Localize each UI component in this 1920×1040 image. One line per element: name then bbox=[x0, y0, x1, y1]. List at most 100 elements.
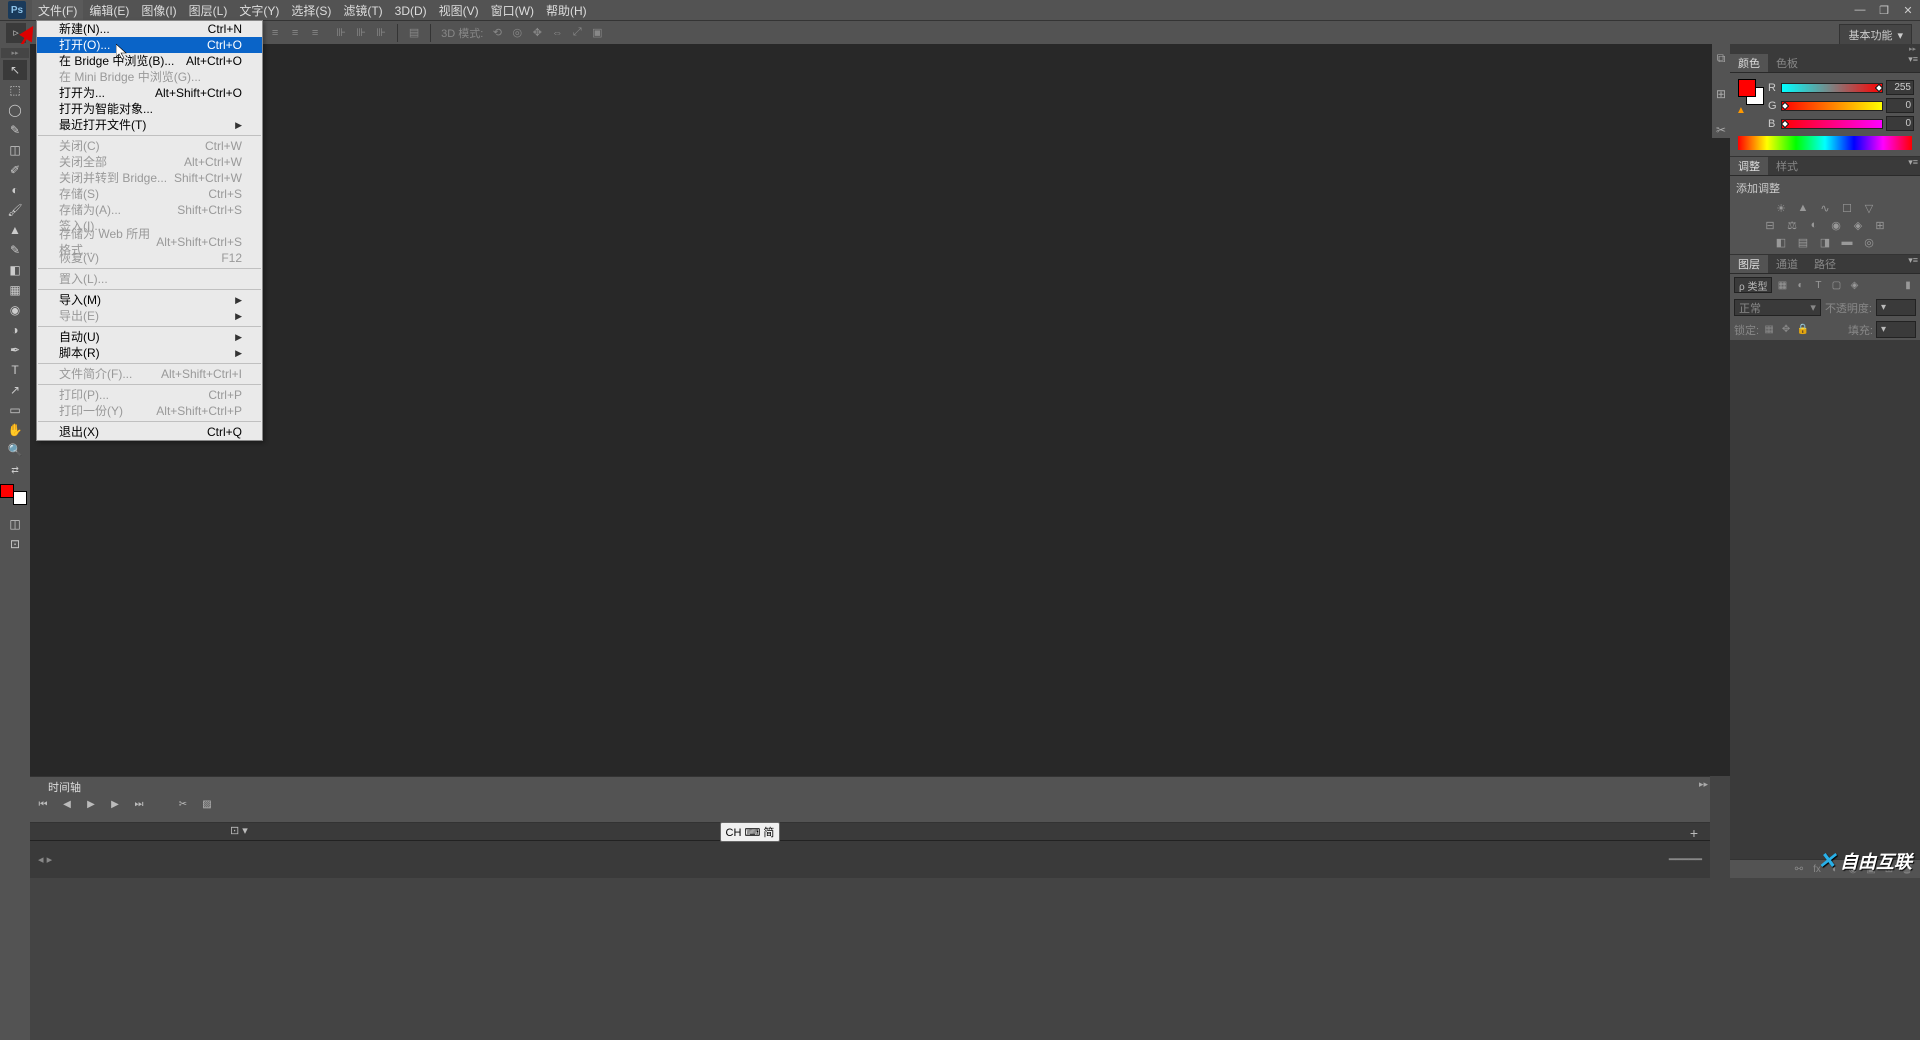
ime-indicator[interactable]: CH ⌨ 简 bbox=[720, 822, 780, 842]
dist-right-icon[interactable]: ⊪ bbox=[372, 24, 390, 42]
bg-color-swatch[interactable] bbox=[13, 491, 27, 505]
auto-align-icon[interactable]: ▤ bbox=[405, 24, 423, 42]
restore-button[interactable]: ❐ bbox=[1872, 1, 1896, 19]
3d-rotate-icon[interactable]: ⟲ bbox=[488, 24, 506, 42]
timeline-collapse-icon[interactable]: ▸▸ bbox=[1699, 779, 1708, 790]
r-slider[interactable] bbox=[1781, 83, 1883, 93]
3d-slide-icon[interactable]: ⇔ bbox=[548, 24, 566, 42]
color-lookup-icon[interactable]: ⊞ bbox=[1872, 218, 1888, 232]
marquee-tool[interactable]: ⬚ bbox=[3, 80, 27, 100]
vibrance-icon[interactable]: ▽ bbox=[1861, 201, 1877, 215]
quickmask-tool[interactable]: ◫ bbox=[3, 514, 27, 534]
lock-all-icon[interactable]: 🔒 bbox=[1796, 323, 1810, 337]
menu-image[interactable]: 图像(I) bbox=[135, 0, 182, 21]
toolbar-collapse-icon[interactable]: ▸▸ bbox=[1, 48, 29, 58]
layer-filter-dropdown[interactable]: ρ 类型 bbox=[1734, 277, 1772, 293]
3d-scale-icon[interactable]: ⤢ bbox=[568, 24, 586, 42]
tl-scissors-icon[interactable]: ✂ bbox=[176, 797, 190, 811]
type-tool[interactable]: T bbox=[3, 360, 27, 380]
clone-stamp-tool[interactable]: ▲ bbox=[3, 220, 27, 240]
channel-mixer-icon[interactable]: ◈ bbox=[1850, 218, 1866, 232]
menu-item[interactable]: 打开为...Alt+Shift+Ctrl+O bbox=[37, 85, 262, 101]
menu-item[interactable]: 最近打开文件(T)▶ bbox=[37, 117, 262, 133]
menu-filter[interactable]: 滤镜(T) bbox=[337, 0, 388, 21]
crop-tool[interactable]: ◫ bbox=[3, 140, 27, 160]
g-input[interactable] bbox=[1886, 98, 1914, 113]
filter-adjust-icon[interactable]: ◐ bbox=[1792, 277, 1808, 293]
fg-color-swatch[interactable] bbox=[1738, 79, 1756, 97]
dist-hcenter-icon[interactable]: ⊪ bbox=[352, 24, 370, 42]
tab-adjustments[interactable]: 调整 bbox=[1730, 157, 1768, 175]
bw-icon[interactable]: ◐ bbox=[1806, 218, 1822, 232]
current-tool-icon[interactable]: ▹ bbox=[6, 23, 26, 43]
tl-transition-icon[interactable]: ▨ bbox=[200, 797, 214, 811]
gradient-map-icon[interactable]: ▬ bbox=[1839, 235, 1855, 249]
zoom-tool[interactable]: 🔍 bbox=[3, 440, 27, 460]
blend-mode-dropdown[interactable]: 正常▾ bbox=[1734, 299, 1821, 316]
history-panel-icon[interactable]: ⧉ bbox=[1713, 50, 1729, 66]
selective-color-icon[interactable]: ◎ bbox=[1861, 235, 1877, 249]
minimize-button[interactable]: — bbox=[1848, 1, 1872, 19]
panel-menu-icon[interactable]: ▾≡ bbox=[1908, 157, 1918, 168]
photo-filter-icon[interactable]: ◉ bbox=[1828, 218, 1844, 232]
dist-top-icon[interactable]: ≡ bbox=[266, 24, 284, 42]
dist-vcenter-icon[interactable]: ≡ bbox=[286, 24, 304, 42]
hue-sat-icon[interactable]: ⊟ bbox=[1762, 218, 1778, 232]
menu-item[interactable]: 自动(U)▶ bbox=[37, 329, 262, 345]
menu-help[interactable]: 帮助(H) bbox=[540, 0, 593, 21]
g-slider[interactable] bbox=[1781, 101, 1883, 111]
menu-item[interactable]: 导入(M)▶ bbox=[37, 292, 262, 308]
shape-tool[interactable]: ▭ bbox=[3, 400, 27, 420]
menu-item[interactable]: 脚本(R)▶ bbox=[37, 345, 262, 361]
panel-collapse-icon[interactable]: ▸▸ bbox=[1730, 44, 1920, 54]
filter-pixel-icon[interactable]: ▦ bbox=[1774, 277, 1790, 293]
tab-styles[interactable]: 样式 bbox=[1768, 157, 1806, 175]
character-panel-icon[interactable]: ✂ bbox=[1713, 122, 1729, 138]
history-brush-tool[interactable]: ✎ bbox=[3, 240, 27, 260]
filter-type-icon[interactable]: T bbox=[1810, 277, 1826, 293]
menu-layer[interactable]: 图层(L) bbox=[183, 0, 234, 21]
tl-play-icon[interactable]: ▶ bbox=[84, 797, 98, 811]
brightness-icon[interactable]: ☀ bbox=[1773, 201, 1789, 215]
menu-item[interactable]: 打开(O)...Ctrl+O bbox=[37, 37, 262, 53]
swap-colors-icon[interactable]: ⇄ bbox=[3, 460, 27, 480]
exposure-icon[interactable]: ☐ bbox=[1839, 201, 1855, 215]
layers-list[interactable] bbox=[1730, 340, 1920, 859]
brush-tool[interactable]: 🖌 bbox=[3, 200, 27, 220]
tab-paths[interactable]: 路径 bbox=[1806, 255, 1844, 273]
lock-position-icon[interactable]: ✥ bbox=[1779, 323, 1793, 337]
pen-tool[interactable]: ✒ bbox=[3, 340, 27, 360]
fill-dropdown[interactable]: ▾ bbox=[1876, 321, 1916, 338]
menu-select[interactable]: 选择(S) bbox=[285, 0, 337, 21]
gradient-tool[interactable]: ▦ bbox=[3, 280, 27, 300]
eyedropper-tool[interactable]: ✐ bbox=[3, 160, 27, 180]
blur-tool[interactable]: ◉ bbox=[3, 300, 27, 320]
panel-menu-icon[interactable]: ▾≡ bbox=[1908, 255, 1918, 266]
filter-shape-icon[interactable]: ▢ bbox=[1828, 277, 1844, 293]
path-select-tool[interactable]: ↗ bbox=[3, 380, 27, 400]
levels-icon[interactable]: ▲ bbox=[1795, 201, 1811, 215]
3d-roll-icon[interactable]: ◎ bbox=[508, 24, 526, 42]
healing-brush-tool[interactable]: ◐ bbox=[3, 180, 27, 200]
panel-menu-icon[interactable]: ▾≡ bbox=[1908, 54, 1918, 65]
dist-left-icon[interactable]: ⊪ bbox=[332, 24, 350, 42]
3d-camera-icon[interactable]: ▣ bbox=[588, 24, 606, 42]
b-slider[interactable] bbox=[1781, 119, 1883, 129]
curves-icon[interactable]: ∿ bbox=[1817, 201, 1833, 215]
menu-3d[interactable]: 3D(D) bbox=[389, 2, 433, 20]
timeline-track-options[interactable]: ⊡ ▾ bbox=[230, 824, 248, 837]
threshold-icon[interactable]: ◨ bbox=[1817, 235, 1833, 249]
tab-channels[interactable]: 通道 bbox=[1768, 255, 1806, 273]
dist-bottom-icon[interactable]: ≡ bbox=[306, 24, 324, 42]
move-tool[interactable]: ↖ bbox=[3, 60, 27, 80]
properties-panel-icon[interactable]: ⊞ bbox=[1713, 86, 1729, 102]
r-input[interactable] bbox=[1886, 80, 1914, 95]
color-swatches[interactable] bbox=[3, 484, 27, 508]
workspace-switcher[interactable]: 基本功能 ▾ bbox=[1839, 24, 1912, 46]
menu-edit[interactable]: 编辑(E) bbox=[83, 0, 135, 21]
menu-item[interactable]: 在 Bridge 中浏览(B)...Alt+Ctrl+O bbox=[37, 53, 262, 69]
menu-item[interactable]: 打开为智能对象... bbox=[37, 101, 262, 117]
3d-pan-icon[interactable]: ✥ bbox=[528, 24, 546, 42]
timeline-track[interactable] bbox=[30, 822, 1710, 841]
color-ramp[interactable] bbox=[1738, 136, 1912, 150]
